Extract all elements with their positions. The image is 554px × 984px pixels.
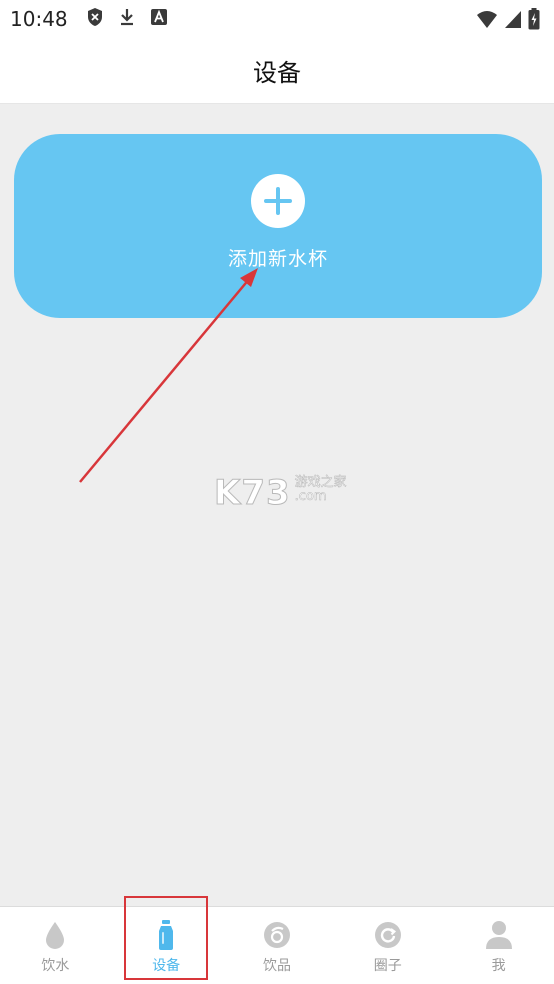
tab-label: 圈子 [373, 958, 402, 974]
add-cup-label: 添加新水杯 [227, 247, 328, 270]
signal-icon [504, 9, 522, 33]
drop-icon [40, 919, 70, 951]
watermark-brand: K73 [214, 473, 291, 513]
tab-drinks[interactable]: 饮品 [222, 907, 333, 984]
bottle-icon [151, 919, 181, 951]
download-icon [118, 7, 136, 31]
main-content: 添加新水杯 K73 游戏之家 .com [0, 104, 554, 906]
drink-icon [262, 919, 292, 951]
a-icon [150, 8, 168, 30]
tab-circle[interactable]: 圈子 [332, 907, 443, 984]
tab-label: 设备 [152, 958, 181, 974]
wifi-icon [476, 9, 498, 33]
header: 设备 [0, 38, 554, 104]
battery-icon [528, 8, 540, 34]
tab-device[interactable]: 设备 [111, 907, 222, 984]
tab-drink-water[interactable]: 饮水 [0, 907, 111, 984]
watermark-cn: 游戏之家 [294, 475, 347, 490]
plus-icon [251, 173, 305, 228]
tab-label: 饮水 [41, 958, 70, 974]
shield-icon [86, 7, 104, 31]
person-icon [484, 919, 514, 951]
watermark-domain: .com [294, 489, 327, 504]
tab-label: 饮品 [262, 958, 291, 974]
status-left-icons [86, 7, 168, 31]
tab-me[interactable]: 我 [443, 907, 554, 984]
status-time: 10:48 [10, 7, 68, 31]
watermark: K73 游戏之家 .com [214, 473, 347, 513]
page-title: 设备 [253, 59, 301, 87]
status-bar: 10:48 [0, 0, 554, 38]
tab-label: 我 [491, 958, 506, 974]
add-cup-button[interactable]: 添加新水杯 [14, 134, 542, 318]
status-right-icons [476, 8, 540, 34]
circle-refresh-icon [373, 919, 403, 951]
bottom-tab-bar: 饮水 设备 饮品 圈子 我 [0, 906, 554, 984]
